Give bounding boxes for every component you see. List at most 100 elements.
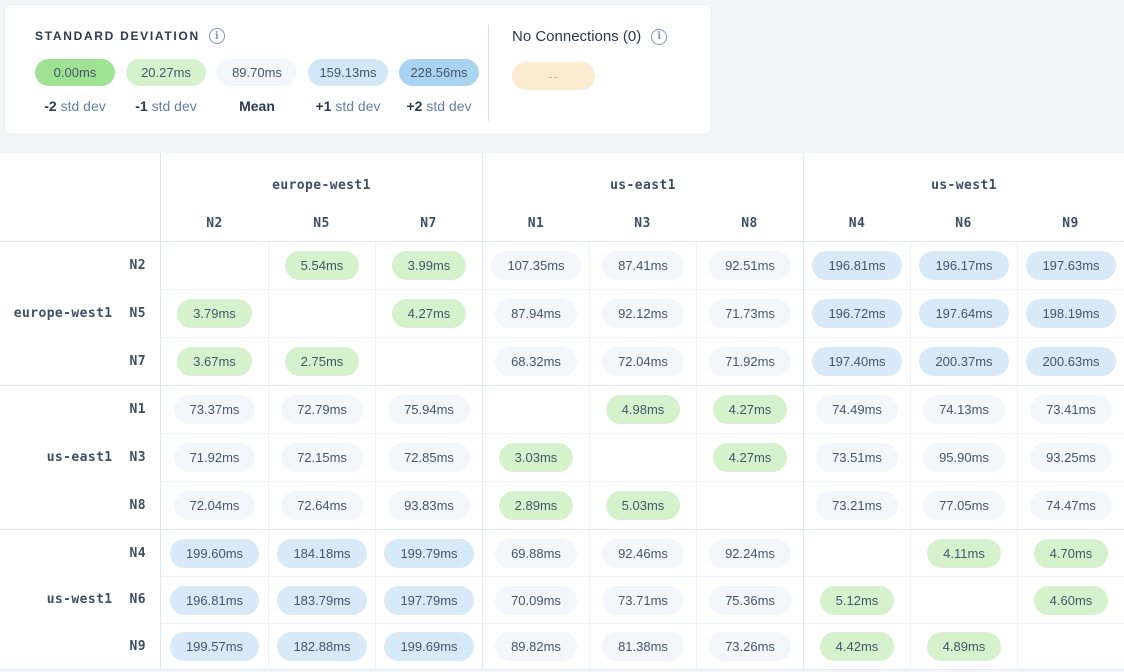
latency-chip: 4.27ms bbox=[713, 443, 788, 472]
latency-cell: 196.81ms bbox=[803, 241, 910, 289]
latency-chip: 72.64ms bbox=[281, 491, 363, 520]
latency-chip: 89.82ms bbox=[495, 632, 577, 661]
row-node-label: N8 bbox=[130, 498, 146, 513]
no-connections-title: No Connections (0) bbox=[512, 28, 641, 45]
legend-divider bbox=[488, 25, 489, 121]
latency-chip: 70.09ms bbox=[495, 586, 577, 615]
latency-cell: 73.21ms bbox=[803, 481, 910, 529]
latency-cell: 3.99ms bbox=[375, 241, 482, 289]
latency-cell bbox=[803, 529, 910, 576]
latency-chip: 71.92ms bbox=[709, 347, 791, 376]
column-region-header: europe-west1 bbox=[161, 153, 482, 205]
latency-cell: 71.92ms bbox=[696, 337, 803, 385]
latency-chip: 4.89ms bbox=[927, 632, 1002, 661]
latency-cell: 3.03ms bbox=[482, 433, 589, 481]
latency-cell: 75.36ms bbox=[696, 576, 803, 623]
row-header: N4 bbox=[0, 529, 161, 576]
latency-cell: 75.94ms bbox=[375, 385, 482, 433]
row-header: N7 bbox=[0, 337, 161, 385]
row-header: N1 bbox=[0, 385, 161, 433]
latency-chip: 3.03ms bbox=[499, 443, 574, 472]
latency-cell: 92.51ms bbox=[696, 241, 803, 289]
legend-chip-label: -1 std dev bbox=[126, 98, 206, 114]
latency-cell: 4.27ms bbox=[696, 433, 803, 481]
latency-chip: 87.41ms bbox=[602, 251, 684, 280]
latency-cell: 73.41ms bbox=[1017, 385, 1124, 433]
latency-cell: 72.79ms bbox=[268, 385, 375, 433]
legend-labels: -2 std dev-1 std devMean+1 std dev+2 std… bbox=[35, 98, 479, 114]
latency-chip: 73.71ms bbox=[602, 586, 684, 615]
latency-cell: 92.24ms bbox=[696, 529, 803, 576]
column-node-header: N9 bbox=[1017, 205, 1124, 241]
latency-cell: 197.64ms bbox=[910, 289, 1017, 337]
latency-chip: 74.49ms bbox=[816, 395, 898, 424]
latency-cell: 72.85ms bbox=[375, 433, 482, 481]
latency-chip: 74.13ms bbox=[923, 395, 1005, 424]
latency-chip: 81.38ms bbox=[602, 632, 684, 661]
row-header: N8 bbox=[0, 481, 161, 529]
latency-chip: 3.99ms bbox=[392, 251, 467, 280]
latency-cell: 2.89ms bbox=[482, 481, 589, 529]
latency-chip: 2.89ms bbox=[499, 491, 574, 520]
row-header: N2 bbox=[0, 241, 161, 289]
latency-chip: 71.92ms bbox=[174, 443, 256, 472]
latency-chip: 199.60ms bbox=[170, 539, 259, 568]
row-node-label: N6 bbox=[130, 592, 146, 607]
latency-cell: 72.04ms bbox=[589, 337, 696, 385]
latency-chip: 5.12ms bbox=[820, 586, 895, 615]
info-icon[interactable]: i bbox=[209, 28, 225, 44]
latency-chip: 4.42ms bbox=[820, 632, 895, 661]
latency-cell: 70.09ms bbox=[482, 576, 589, 623]
legend-card: STANDARD DEVIATION i 0.00ms20.27ms89.70m… bbox=[4, 4, 712, 135]
latency-chip: 93.83ms bbox=[388, 491, 470, 520]
latency-chip: 184.18ms bbox=[277, 539, 366, 568]
latency-chip: 72.04ms bbox=[174, 491, 256, 520]
latency-chip: 4.27ms bbox=[392, 299, 467, 328]
latency-chip: 200.63ms bbox=[1026, 347, 1115, 376]
latency-chip: 182.88ms bbox=[277, 632, 366, 661]
latency-cell: 93.83ms bbox=[375, 481, 482, 529]
latency-cell bbox=[375, 337, 482, 385]
latency-chip: 71.73ms bbox=[709, 299, 791, 328]
std-dev-title-row: STANDARD DEVIATION i bbox=[35, 28, 479, 44]
legend-chip: 159.13ms bbox=[308, 59, 388, 86]
latency-cell: 73.71ms bbox=[589, 576, 696, 623]
latency-cell: 199.57ms bbox=[161, 623, 268, 670]
latency-chip: 72.85ms bbox=[388, 443, 470, 472]
column-node-header: N3 bbox=[589, 205, 696, 241]
legend-chip: 228.56ms bbox=[399, 59, 479, 86]
latency-chip: 73.21ms bbox=[816, 491, 898, 520]
latency-cell: 72.64ms bbox=[268, 481, 375, 529]
row-region-label: us-east1 bbox=[47, 450, 113, 465]
latency-cell: 73.26ms bbox=[696, 623, 803, 670]
latency-cell: 71.73ms bbox=[696, 289, 803, 337]
row-node-label: N2 bbox=[130, 258, 146, 273]
latency-chip: 199.57ms bbox=[170, 632, 259, 661]
column-node-header: N7 bbox=[375, 205, 482, 241]
row-header: us-east1N3 bbox=[0, 433, 161, 481]
column-node-header: N5 bbox=[268, 205, 375, 241]
latency-chip: 3.79ms bbox=[177, 299, 252, 328]
latency-chip: 68.32ms bbox=[495, 347, 577, 376]
latency-chip: 69.88ms bbox=[495, 539, 577, 568]
latency-cell bbox=[482, 385, 589, 433]
latency-chip: 107.35ms bbox=[491, 251, 580, 280]
column-node-header: N8 bbox=[696, 205, 803, 241]
latency-matrix: europe-west1N2N5N7us-east1N1N3N8us-west1… bbox=[0, 153, 1124, 670]
latency-chip: 196.17ms bbox=[919, 251, 1008, 280]
latency-cell: 4.60ms bbox=[1017, 576, 1124, 623]
latency-cell: 182.88ms bbox=[268, 623, 375, 670]
latency-cell: 73.37ms bbox=[161, 385, 268, 433]
latency-cell: 4.89ms bbox=[910, 623, 1017, 670]
latency-chip: 5.54ms bbox=[285, 251, 360, 280]
latency-cell: 4.11ms bbox=[910, 529, 1017, 576]
row-region-label: europe-west1 bbox=[14, 306, 113, 321]
latency-cell bbox=[1017, 623, 1124, 670]
latency-cell: 68.32ms bbox=[482, 337, 589, 385]
info-icon[interactable]: i bbox=[651, 29, 667, 45]
latency-chip: 75.94ms bbox=[388, 395, 470, 424]
legend-chip: 20.27ms bbox=[126, 59, 206, 86]
latency-chip: 196.81ms bbox=[170, 586, 259, 615]
latency-chip: 92.46ms bbox=[602, 539, 684, 568]
latency-chip: 197.79ms bbox=[384, 586, 473, 615]
